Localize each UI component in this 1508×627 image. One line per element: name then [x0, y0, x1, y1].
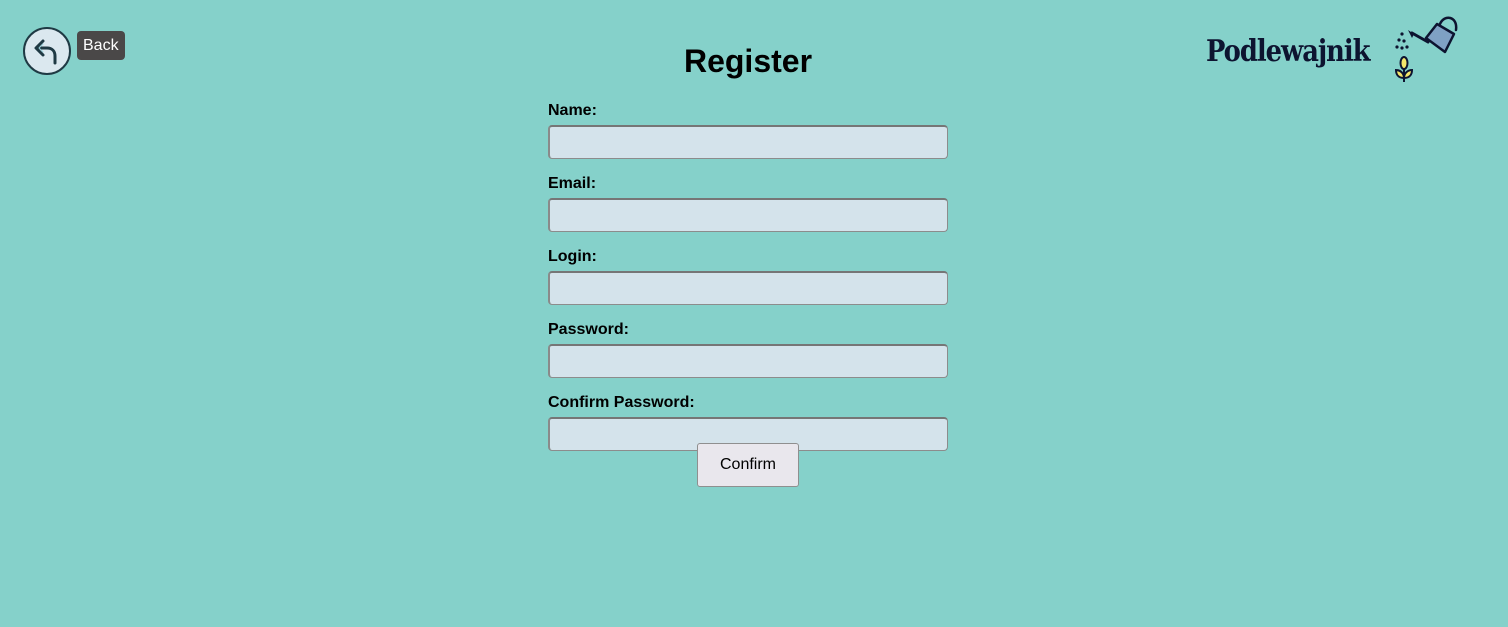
register-form: Name: Email: Login: Password: Confirm Pa…	[548, 101, 948, 466]
confirm-password-label: Confirm Password:	[548, 394, 695, 411]
app-logo: Podlewajnik	[1196, 12, 1476, 90]
name-label: Name:	[548, 102, 597, 119]
login-label: Login:	[548, 248, 597, 265]
watering-can-sprout-icon	[1394, 16, 1458, 82]
logo-text: Podlewajnik	[1206, 34, 1371, 69]
confirm-row: Confirm	[0, 443, 1496, 487]
email-label: Email:	[548, 175, 597, 192]
email-input[interactable]	[548, 198, 948, 232]
password-label: Password:	[548, 321, 629, 338]
name-input[interactable]	[548, 125, 948, 159]
confirm-button[interactable]: Confirm	[697, 443, 799, 487]
login-input[interactable]	[548, 271, 948, 305]
password-input[interactable]	[548, 344, 948, 378]
